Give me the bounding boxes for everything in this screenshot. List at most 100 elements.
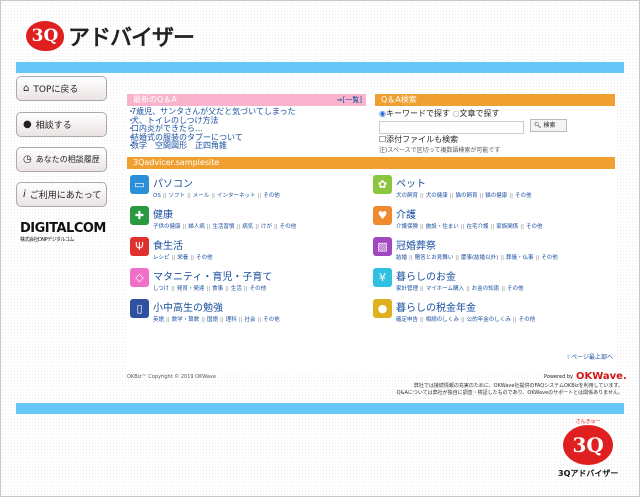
sidebar-item-consult[interactable]: ● 相談する [16, 112, 107, 137]
gift-icon[interactable]: ▨ [373, 237, 392, 256]
top-blue-bar [16, 62, 624, 73]
subcategory-link[interactable]: しつけ [153, 286, 169, 292]
okwave-logo[interactable]: OKWave. [576, 371, 627, 382]
category-name[interactable]: 暮らしの税金年金 [396, 299, 476, 314]
category-item: ¥ 暮らしのお金家計管理マイホーム購入お金の知恵その他 [370, 267, 610, 297]
sidebar-item-history[interactable]: ◷ あなたの相談履歴 [16, 147, 107, 172]
subcategory-link[interactable]: 猫の飼育 [450, 193, 478, 199]
subcategory-link[interactable]: 発育・発達 [171, 286, 204, 292]
computer-icon[interactable]: ▭ [130, 175, 149, 194]
latest-qa-more-link[interactable]: ⇒[一覧] [337, 94, 362, 106]
category-item: ✿ ペット犬の飼育犬の健康猫の飼育猫の健康その他 [370, 174, 610, 204]
disclaimer: 弊社では接続情報の充実のために、OKWave社提供のFAQシステムOKBizを利… [397, 383, 623, 397]
radio-sentence[interactable]: ○ [453, 109, 460, 118]
search-button[interactable]: 🔍︎ 検索 [530, 119, 567, 132]
qa-link[interactable]: 数学 空間図形 正四角錐 [127, 142, 296, 151]
subcategory-link[interactable]: その他 [257, 317, 279, 323]
category-name[interactable]: パソコン [153, 175, 193, 190]
subcategory-link[interactable]: 社会 [239, 317, 256, 323]
category-name[interactable]: マタニティ・育児・子育て [153, 268, 272, 283]
baby-bottle-icon[interactable]: ◇ [130, 268, 149, 287]
fork-knife-icon[interactable]: Ψ [130, 237, 149, 256]
page-top-label: ページ最上部へ [571, 354, 613, 361]
subcategory-link[interactable]: レシピ [153, 255, 170, 261]
subcategory-link[interactable]: 英語 [153, 317, 164, 323]
subcategory-link[interactable]: インターネット [211, 193, 255, 199]
subcategory-link[interactable]: 子供の健康 [153, 224, 181, 230]
subcategory-link[interactable]: 犬の健康 [420, 193, 448, 199]
subcategory-link[interactable]: 葬儀・仏事 [500, 255, 533, 261]
first-aid-icon[interactable]: ✚ [130, 206, 149, 225]
subcategory-link[interactable]: 贈答とお見舞い [409, 255, 453, 261]
subcategory-link[interactable]: 生活 [225, 286, 242, 292]
yen-icon[interactable]: ¥ [373, 268, 392, 287]
search-input[interactable] [379, 121, 524, 134]
search-button-label: 検索 [543, 122, 556, 129]
sidebar-item-usage[interactable]: i ご利用にあたって [16, 182, 107, 207]
subcategory-link[interactable]: 結婚 [396, 255, 407, 261]
subcategory-links: 結婚贈答とお見舞い慶事(結婚以外)葬儀・仏事その他 [396, 253, 560, 261]
sidebar-item-label: あなたの相談履歴 [35, 155, 100, 164]
subcategory-link[interactable]: 婦人病 [183, 224, 205, 230]
subcategory-link[interactable]: 介護保険 [396, 224, 418, 230]
hands-heart-icon[interactable]: ♥ [373, 206, 392, 225]
subcategory-link[interactable]: 家族関係 [490, 224, 518, 230]
subcategory-link[interactable]: 生活習慣 [207, 224, 235, 230]
subcategory-link[interactable]: 病気 [236, 224, 253, 230]
subcategory-links: 子供の健康婦人病生活習慣病気けがその他 [153, 222, 298, 230]
subcategory-link[interactable]: その他 [520, 224, 542, 230]
subcategory-link[interactable]: 栄養 [172, 255, 189, 261]
subcategory-link[interactable]: 確定申告 [396, 317, 418, 323]
sidebar-item-label: TOPに戻る [33, 85, 79, 95]
page-top-link[interactable]: ⇧ページ最上部へ [566, 352, 613, 361]
subcategory-link[interactable]: マイホーム購入 [420, 286, 464, 292]
subcategory-link[interactable]: ソフト [163, 193, 185, 199]
home-icon: ⌂ [23, 83, 30, 94]
subcategory-link[interactable]: 理科 [220, 317, 237, 323]
subcategory-link[interactable]: 食事 [206, 286, 223, 292]
subcategory-links: 家計管理マイホーム購入お金の知恵その他 [396, 284, 526, 292]
category-name[interactable]: 暮らしのお金 [396, 268, 456, 283]
subcategory-link[interactable]: その他 [244, 286, 266, 292]
info-icon: i [23, 189, 26, 200]
subcategory-link[interactable]: 公的年金のしくみ [461, 317, 511, 323]
subcategory-link[interactable]: 犬の飼育 [396, 193, 418, 199]
subcategory-link[interactable]: 猫の健康 [479, 193, 507, 199]
subcategory-link[interactable]: けが [255, 224, 272, 230]
subcategory-link[interactable]: 在宅介護 [461, 224, 489, 230]
subcategory-link[interactable]: その他 [536, 255, 558, 261]
paw-icon[interactable]: ✿ [373, 175, 392, 194]
radio-keyword[interactable]: ◉ [379, 109, 386, 118]
subcategory-link[interactable]: 家計管理 [396, 286, 418, 292]
subcategory-links: 英語数学・算数国語理科社会その他 [153, 315, 282, 323]
subcategory-link[interactable]: 数学・算数 [166, 317, 199, 323]
subcategory-link[interactable]: その他 [258, 193, 280, 199]
main-content: 最新のQ＆A ⇒[一覧] 7歳児、サンタさんが父だと気づいてしまった 犬、トイレの… [127, 94, 615, 380]
category-name[interactable]: 小中高生の勉強 [153, 299, 223, 314]
clock-icon: ◷ [23, 154, 32, 165]
subcategory-link[interactable]: お金の知恵 [466, 286, 499, 292]
subcategory-link[interactable]: その他 [513, 317, 535, 323]
category-name[interactable]: 食生活 [153, 237, 183, 252]
subcategory-link[interactable]: その他 [509, 193, 531, 199]
subcategory-link[interactable]: OS [153, 193, 161, 199]
category-name[interactable]: 介護 [396, 206, 416, 221]
subcategory-link[interactable]: その他 [190, 255, 212, 261]
subcategory-link[interactable]: 施設・住まい [420, 224, 459, 230]
category-name[interactable]: ペット [396, 175, 426, 190]
search-note: 注)スペースで区切って複数語検索が可能です [379, 147, 501, 154]
site-logo[interactable]: 3Q アドバイザー [26, 20, 195, 52]
latest-qa-list: 7歳児、サンタさんが父だと気づいてしまった 犬、トイレのしつけ方法 口内炎ができ… [127, 107, 296, 151]
money-bag-icon[interactable]: ● [373, 299, 392, 318]
subcategory-link[interactable]: その他 [274, 224, 296, 230]
book-icon[interactable]: ▯ [130, 299, 149, 318]
category-name[interactable]: 健康 [153, 206, 173, 221]
qa-search-form: ◉キーワードで探す ○文章で探す 🔍︎ 検索 ☐添付ファイルも検索 注)スペース… [379, 108, 567, 154]
category-name[interactable]: 冠婚葬祭 [396, 237, 436, 252]
subcategory-link[interactable]: メール [187, 193, 209, 199]
subcategory-link[interactable]: 国語 [201, 317, 218, 323]
sidebar-item-top[interactable]: ⌂ TOPに戻る [16, 76, 107, 101]
subcategory-link[interactable]: 慶事(結婚以外) [455, 255, 498, 261]
subcategory-link[interactable]: 相続のしくみ [420, 317, 459, 323]
subcategory-link[interactable]: その他 [501, 286, 523, 292]
